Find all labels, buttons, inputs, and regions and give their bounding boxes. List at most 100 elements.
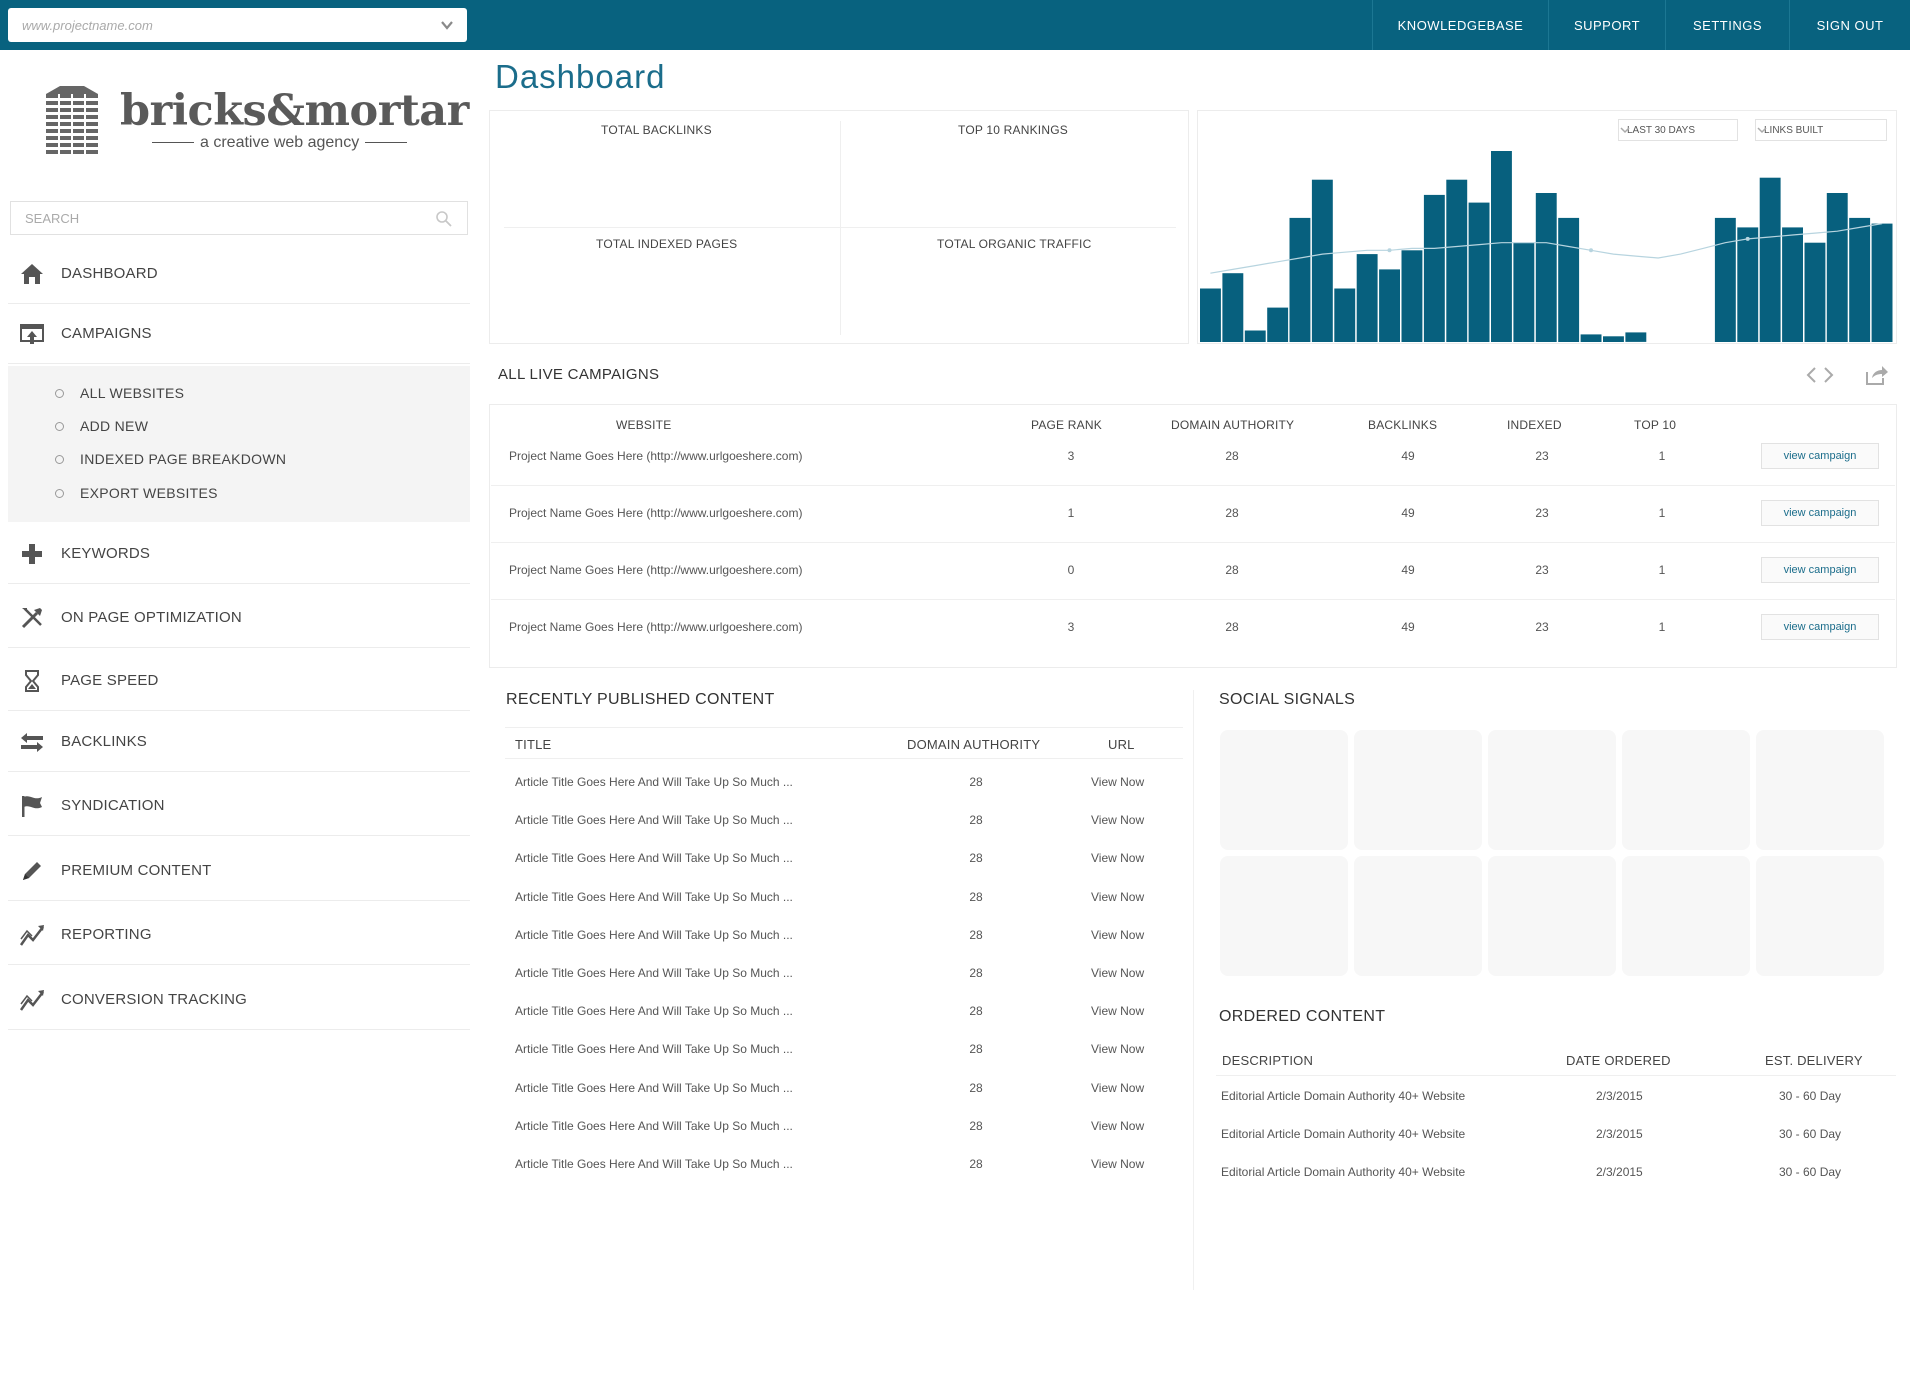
recent-article-da: 28 <box>969 1080 983 1095</box>
sidebar-item-backlinks[interactable]: BACKLINKS <box>8 712 470 772</box>
view-now-link[interactable]: View Now <box>1091 1157 1144 1171</box>
sidebar-item-syndication[interactable]: SYNDICATION <box>8 776 470 836</box>
sidebar-item-campaigns[interactable]: CAMPAIGNS <box>8 304 470 364</box>
view-campaign-button[interactable]: view campaign <box>1761 557 1879 583</box>
view-now-link[interactable]: View Now <box>1091 1081 1144 1095</box>
social-signal-tile <box>1354 730 1482 850</box>
view-now-link[interactable]: View Now <box>1091 928 1144 942</box>
ordered-description: Editorial Article Domain Authority 40+ W… <box>1221 1165 1466 1179</box>
column-header-page-rank: PAGE RANK <box>1031 418 1102 432</box>
recent-article-title[interactable]: Article Title Goes Here And Will Take Up… <box>515 851 793 865</box>
social-signals-title: SOCIAL SIGNALS <box>1219 691 1356 708</box>
website-select-value: www.projectname.com <box>22 17 153 33</box>
sidebar-item-on-page-optimization[interactable]: ON PAGE OPTIMIZATION <box>8 588 470 648</box>
sidebar-item-label: SYNDICATION <box>61 797 165 814</box>
sidebar-item-label: CONVERSION TRACKING <box>61 991 248 1008</box>
range-select[interactable]: LAST 30 DAYS <box>1618 119 1738 141</box>
code-icon[interactable] <box>1806 366 1834 384</box>
sidebar-item-dashboard[interactable]: DASHBOARD <box>8 244 470 304</box>
submenu-export-websites[interactable]: EXPORT WEBSITES <box>55 485 218 501</box>
column-header-website: WEBSITE <box>616 418 672 432</box>
sidebar-item-label: REPORTING <box>61 926 152 943</box>
sidebar-item-conversion-tracking[interactable]: CONVERSION TRACKING <box>8 970 470 1030</box>
social-signal-tile <box>1220 856 1348 976</box>
recent-article-title[interactable]: Article Title Goes Here And Will Take Up… <box>515 890 793 904</box>
ordered-date: 2/3/2015 <box>1596 1127 1643 1141</box>
column-header-indexed: INDEXED <box>1507 418 1562 432</box>
sidebar-item-label: CAMPAIGNS <box>61 325 152 342</box>
row-divider <box>491 485 1895 486</box>
nav-knowledgebase[interactable]: KNOWLEDGEBASE <box>1372 0 1548 50</box>
view-now-link[interactable]: View Now <box>1091 1042 1144 1056</box>
view-now-link[interactable]: View Now <box>1091 1004 1144 1018</box>
view-now-link[interactable]: View Now <box>1091 851 1144 865</box>
metric-select[interactable]: LINKS BUILT <box>1755 119 1887 141</box>
chart-trend-point <box>1387 248 1392 253</box>
brand-tagline: a creative web agency <box>146 134 413 152</box>
recent-article-title[interactable]: Article Title Goes Here And Will Take Up… <box>515 1081 793 1095</box>
metric-select-value: LINKS BUILT <box>1764 124 1824 136</box>
view-now-link[interactable]: View Now <box>1091 1119 1144 1133</box>
sidebar-item-reporting[interactable]: REPORTING <box>8 905 470 965</box>
recent-article-title[interactable]: Article Title Goes Here And Will Take Up… <box>515 813 793 827</box>
recent-article-title[interactable]: Article Title Goes Here And Will Take Up… <box>515 1119 793 1133</box>
recent-article-title[interactable]: Article Title Goes Here And Will Take Up… <box>515 966 793 980</box>
search-icon <box>436 211 452 227</box>
view-now-link[interactable]: View Now <box>1091 775 1144 789</box>
sidebar-item-premium-content[interactable]: PREMIUM CONTENT <box>8 841 470 901</box>
chart-bar <box>1513 242 1535 342</box>
column-header-backlinks: BACKLINKS <box>1368 418 1438 432</box>
brand-logo[interactable]: bricks&mortar a creative web agency <box>46 82 469 162</box>
recent-article-title[interactable]: Article Title Goes Here And Will Take Up… <box>515 1157 793 1171</box>
recent-article-da: 28 <box>969 775 983 789</box>
campaign-cell-top10: 1 <box>1658 563 1666 577</box>
nav-settings[interactable]: SETTINGS <box>1665 0 1789 50</box>
column-divider <box>1193 690 1194 1290</box>
recent-article-title[interactable]: Article Title Goes Here And Will Take Up… <box>515 928 793 942</box>
campaign-cell-backlinks: 49 <box>1401 620 1415 634</box>
view-now-link[interactable]: View Now <box>1091 813 1144 827</box>
chart-bar <box>1446 179 1468 342</box>
tools-icon <box>21 607 42 628</box>
view-now-link[interactable]: View Now <box>1091 890 1144 904</box>
chart-bar <box>1423 194 1445 342</box>
sidebar-item-page-speed[interactable]: PAGE SPEED <box>8 651 470 711</box>
view-campaign-button[interactable]: view campaign <box>1761 443 1879 469</box>
campaign-cell-backlinks: 49 <box>1401 449 1415 463</box>
submenu-add-new[interactable]: ADD NEW <box>54 418 148 434</box>
chart-bar <box>1580 334 1602 342</box>
view-now-link[interactable]: View Now <box>1091 966 1144 980</box>
chart-bar <box>1782 227 1803 342</box>
campaign-cell-website: Project Name Goes Here (http://www.urlgo… <box>509 506 803 520</box>
recent-article-title[interactable]: Article Title Goes Here And Will Take Up… <box>515 1004 793 1018</box>
recent-article-title[interactable]: Article Title Goes Here And Will Take Up… <box>515 775 793 789</box>
submenu-indexed-page-breakdown[interactable]: INDEXED PAGE BREAKDOWN <box>54 451 286 467</box>
campaign-cell-website: Project Name Goes Here (http://www.urlgo… <box>509 449 803 463</box>
view-campaign-button[interactable]: view campaign <box>1761 500 1879 526</box>
share-icon[interactable] <box>1864 364 1888 386</box>
row-divider <box>491 599 1895 600</box>
chart-bar <box>1267 307 1289 342</box>
recent-article-da: 28 <box>969 927 983 942</box>
search-input[interactable]: SEARCH <box>10 201 468 235</box>
campaign-cell-top10: 1 <box>1658 449 1666 463</box>
sidebar-item-label: PREMIUM CONTENT <box>61 862 212 879</box>
sidebar-item-keywords[interactable]: KEYWORDS <box>8 524 470 584</box>
recent-article-title[interactable]: Article Title Goes Here And Will Take Up… <box>515 1042 793 1056</box>
plus-icon <box>22 543 42 564</box>
nav-sign-out[interactable]: SIGN OUT <box>1789 0 1910 50</box>
nav-support[interactable]: SUPPORT <box>1548 0 1665 50</box>
campaign-cell-website: Project Name Goes Here (http://www.urlgo… <box>509 563 803 577</box>
recent-article-da: 28 <box>969 851 983 866</box>
row-divider <box>505 758 1183 759</box>
social-signal-tile <box>1488 730 1616 850</box>
submenu-all-websites[interactable]: ALL WEBSITES <box>54 385 184 401</box>
chart-bar <box>1849 217 1871 342</box>
view-campaign-button[interactable]: view campaign <box>1761 614 1879 640</box>
chart-trend-point <box>1589 248 1593 253</box>
row-divider <box>1216 1075 1896 1076</box>
row-divider <box>491 542 1895 543</box>
chart-bar <box>1289 217 1311 342</box>
recent-article-da: 28 <box>969 889 983 904</box>
website-select[interactable]: www.projectname.com <box>8 8 467 42</box>
